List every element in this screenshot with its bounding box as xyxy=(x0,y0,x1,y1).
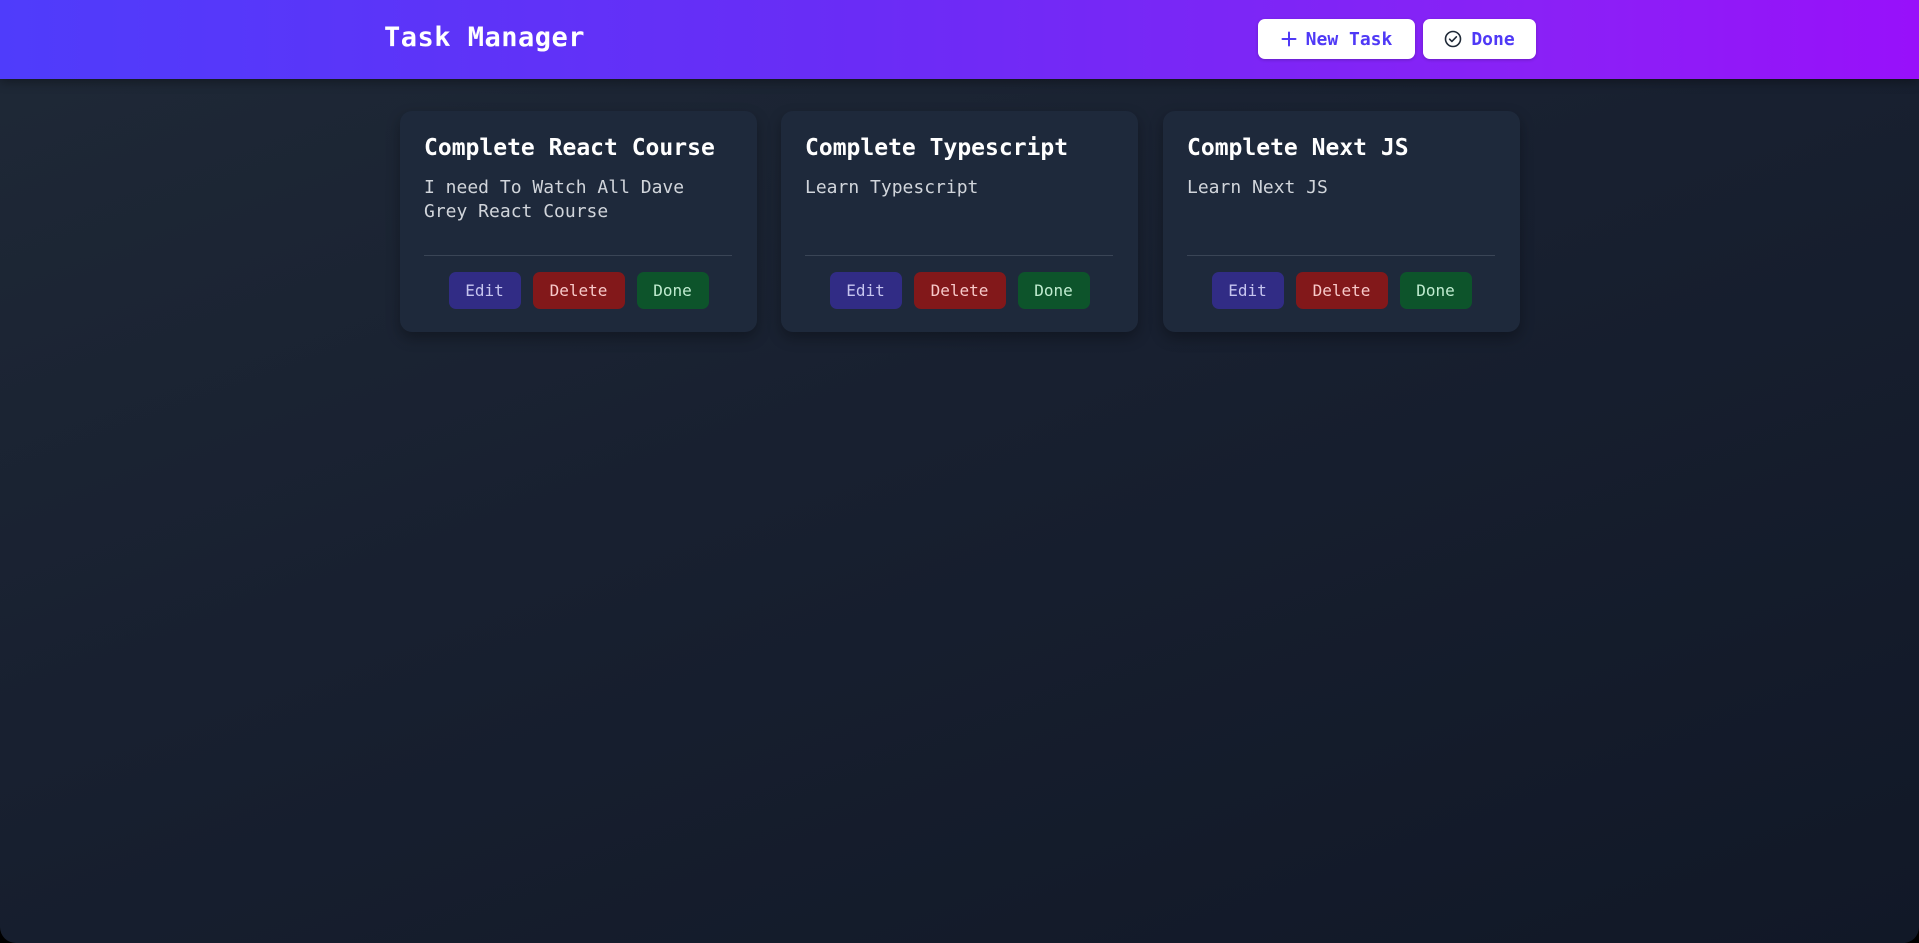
done-filter-label: Done xyxy=(1471,28,1515,50)
done-button[interactable]: Done xyxy=(1399,272,1472,309)
done-button[interactable]: Done xyxy=(636,272,709,309)
done-filter-button[interactable]: Done xyxy=(1423,19,1536,59)
app-title: Task Manager xyxy=(384,22,586,53)
task-description: Learn Typescript xyxy=(805,177,979,198)
task-title: Complete Next JS xyxy=(1187,135,1409,161)
edit-button[interactable]: Edit xyxy=(448,272,521,309)
task-title: Complete React Course xyxy=(424,135,715,161)
task-description: I need To Watch All Dave Grey React Cour… xyxy=(424,177,685,222)
task-card: Complete Typescript Learn Typescript Edi… xyxy=(781,111,1138,332)
task-card: Complete Next JS Learn Next JS Edit Dele… xyxy=(1163,111,1520,332)
card-divider xyxy=(1187,255,1495,256)
card-divider xyxy=(805,255,1113,256)
top-bar: Task Manager New Task Done xyxy=(0,0,1919,79)
delete-button[interactable]: Delete xyxy=(532,272,625,309)
task-title: Complete Typescript xyxy=(805,135,1069,161)
delete-button[interactable]: Delete xyxy=(913,272,1006,309)
task-actions: Edit Delete Done xyxy=(781,272,1138,309)
task-description: Learn Next JS xyxy=(1187,177,1328,198)
card-divider xyxy=(424,255,732,256)
edit-button[interactable]: Edit xyxy=(1211,272,1284,309)
check-circle-icon xyxy=(1444,30,1462,48)
task-card: Complete React Course I need To Watch Al… xyxy=(400,111,757,332)
new-task-button[interactable]: New Task xyxy=(1258,19,1415,59)
delete-button[interactable]: Delete xyxy=(1295,272,1388,309)
edit-button[interactable]: Edit xyxy=(829,272,902,309)
new-task-label: New Task xyxy=(1305,28,1393,50)
plus-icon xyxy=(1281,31,1297,47)
task-actions: Edit Delete Done xyxy=(400,272,757,309)
done-button[interactable]: Done xyxy=(1017,272,1090,309)
app-window: Task Manager New Task Done Complete Reac… xyxy=(0,0,1919,943)
task-actions: Edit Delete Done xyxy=(1163,272,1520,309)
